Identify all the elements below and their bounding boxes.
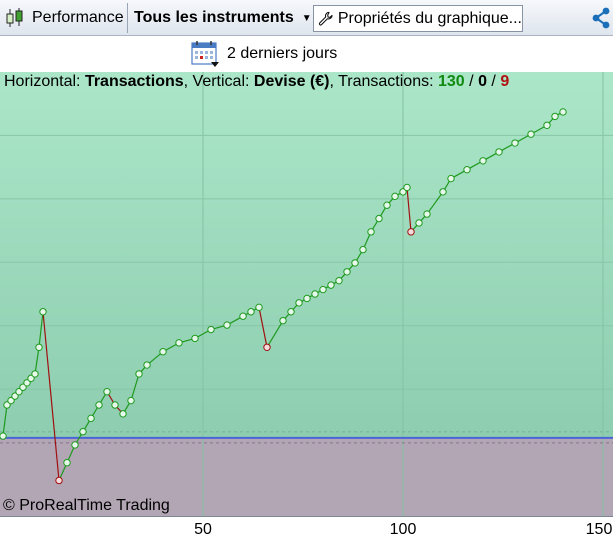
x-tick-label: 100 — [389, 521, 417, 538]
trade-point[interactable] — [367, 228, 375, 236]
trade-point[interactable] — [55, 476, 63, 485]
trade-point[interactable] — [439, 188, 447, 196]
trade-point[interactable] — [111, 401, 119, 409]
trade-point[interactable] — [351, 259, 359, 267]
trade-point[interactable] — [407, 228, 415, 236]
trade-point[interactable] — [447, 174, 455, 183]
chart-canvas — [0, 72, 613, 516]
performance-chart[interactable]: Horizontal: Transactions, Vertical: Devi… — [0, 72, 613, 516]
toolbar-separator — [127, 3, 128, 33]
trade-point[interactable] — [287, 308, 295, 316]
trade-point[interactable] — [79, 427, 87, 436]
trade-point[interactable] — [311, 290, 319, 298]
trade-point[interactable] — [319, 285, 327, 294]
toolbar: Performance Tous les instruments ▼ Propr… — [0, 0, 613, 36]
profit-zone — [0, 72, 613, 438]
instruments-dropdown[interactable]: Tous les instruments ▼ — [130, 0, 312, 36]
horizontal-prefix: Horizontal: — [4, 73, 81, 90]
trade-point[interactable] — [207, 325, 215, 334]
trade-point[interactable] — [135, 370, 143, 378]
trade-point[interactable] — [335, 276, 343, 285]
copyright-label: © ProRealTime Trading — [3, 497, 170, 514]
trade-point[interactable] — [31, 370, 39, 378]
x-axis: 50 100 150 — [0, 516, 613, 542]
trade-point[interactable] — [159, 348, 167, 356]
period-bar: 2 derniers jours — [0, 36, 613, 72]
horizontal-value: Transactions — [84, 73, 184, 90]
trade-point[interactable] — [375, 214, 383, 223]
trade-point[interactable] — [559, 108, 567, 116]
trade-point[interactable] — [191, 334, 199, 343]
period-label: 2 derniers jours — [227, 45, 338, 62]
neutral-count: 0 — [478, 73, 487, 90]
trade-point[interactable] — [143, 361, 151, 369]
vertical-value: Devise (€) — [253, 73, 330, 90]
vertical-prefix: , Vertical: — [183, 73, 250, 90]
calendar-icon — [191, 41, 219, 67]
trade-point[interactable] — [39, 308, 47, 316]
trade-point[interactable] — [415, 219, 423, 227]
trade-point[interactable] — [295, 299, 303, 307]
trade-point[interactable] — [383, 201, 391, 209]
x-tick-label: 150 — [585, 521, 613, 538]
trade-point[interactable] — [263, 343, 271, 351]
instruments-label: Tous les instruments — [134, 9, 294, 26]
period-selector[interactable]: 2 derniers jours — [191, 40, 337, 68]
candlestick-icon — [6, 8, 23, 27]
trade-point[interactable] — [495, 148, 503, 156]
trade-point[interactable] — [423, 210, 431, 218]
trade-point[interactable] — [63, 459, 71, 467]
trade-point[interactable] — [543, 121, 551, 129]
trade-point[interactable] — [303, 294, 311, 303]
trade-point[interactable] — [279, 316, 287, 325]
share-icon — [592, 7, 609, 29]
losing-count: 9 — [500, 73, 510, 90]
share-button[interactable] — [588, 0, 613, 36]
trade-point[interactable] — [327, 281, 335, 289]
trade-point[interactable] — [247, 308, 255, 316]
chevron-down-icon: ▼ — [301, 12, 312, 24]
x-tick-label: 50 — [194, 521, 212, 538]
performance-button[interactable]: Performance — [2, 0, 126, 36]
trade-point[interactable] — [403, 183, 411, 192]
chart-properties-label: Propriétés du graphique... — [337, 9, 522, 27]
trade-point[interactable] — [255, 303, 263, 312]
count-separator: / — [469, 73, 474, 90]
trade-point[interactable] — [223, 321, 231, 329]
trade-point[interactable] — [463, 165, 471, 174]
trade-point[interactable] — [0, 432, 7, 440]
wrench-icon — [318, 11, 333, 26]
trade-point[interactable] — [175, 339, 183, 347]
trade-point[interactable] — [359, 245, 367, 254]
trade-point[interactable] — [551, 112, 559, 121]
trade-point[interactable] — [527, 130, 535, 138]
trade-point[interactable] — [87, 414, 95, 423]
count-separator: / — [491, 73, 496, 90]
trade-point[interactable] — [343, 268, 351, 276]
trade-point[interactable] — [391, 192, 399, 201]
trade-point[interactable] — [511, 139, 519, 147]
trade-point[interactable] — [127, 396, 135, 405]
chart-properties-button[interactable]: Propriétés du graphique... — [313, 5, 523, 32]
transactions-prefix: , Transactions: — [329, 73, 434, 90]
trade-point[interactable] — [239, 312, 247, 320]
performance-label: Performance — [32, 9, 124, 26]
winning-count: 130 — [438, 73, 465, 90]
trade-point[interactable] — [35, 343, 43, 351]
trade-point[interactable] — [71, 441, 79, 449]
trade-point[interactable] — [103, 387, 111, 396]
trade-point[interactable] — [119, 410, 127, 418]
trade-point[interactable] — [95, 401, 103, 409]
chart-info: Horizontal: Transactions, Vertical: Devi… — [4, 73, 509, 91]
trade-point[interactable] — [479, 157, 487, 165]
